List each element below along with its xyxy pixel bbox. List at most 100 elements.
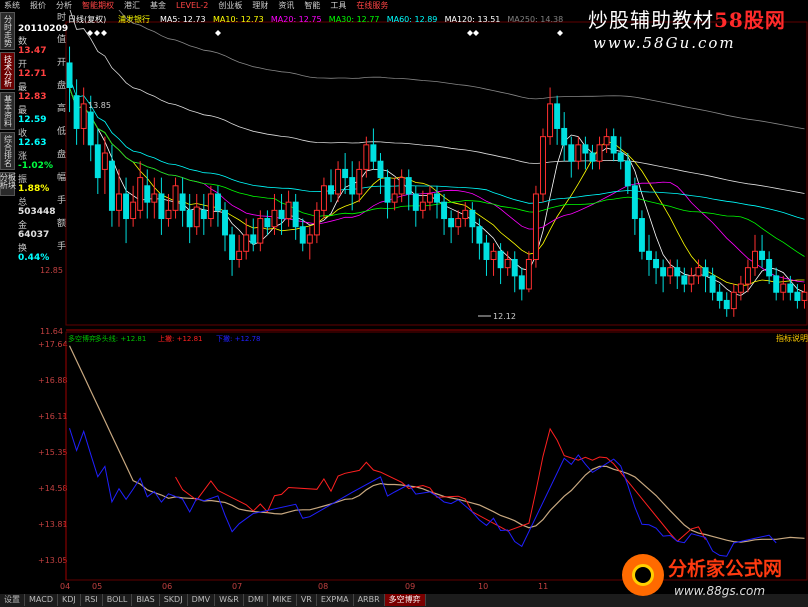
candle-body	[328, 185, 334, 195]
candle-body	[773, 275, 780, 293]
price-chart[interactable]: 日线(复权) 浦发银行 MA5: 12.73 MA10: 12.73 MA20: 12.…	[0, 0, 808, 607]
indicator-line-main	[68, 345, 805, 543]
x-tick: 09	[405, 582, 415, 591]
indicator-tab[interactable]: 设置	[0, 594, 25, 606]
candle-body	[462, 209, 469, 220]
menu-item[interactable]: 资讯	[278, 0, 294, 11]
x-tick: 04	[60, 582, 70, 591]
indicator-tab[interactable]: DMI	[244, 594, 269, 606]
candle-body	[730, 291, 737, 310]
menu-item[interactable]: LEVEL-2	[176, 1, 208, 10]
indicator-help[interactable]: 指标说明	[776, 333, 808, 344]
candle-body	[349, 177, 356, 195]
candle-body	[426, 193, 433, 203]
candle-body	[547, 103, 554, 138]
menu-item[interactable]: 创业板	[218, 0, 242, 11]
candle-body	[681, 275, 688, 285]
candle-body	[158, 193, 165, 220]
indicator-tab[interactable]: MACD	[25, 594, 58, 606]
candle-body	[370, 144, 377, 162]
candle-body	[320, 185, 327, 211]
candle-body	[787, 283, 794, 293]
candle-body	[448, 218, 455, 228]
candle-body	[264, 218, 271, 228]
indicator-value: 下撇: +12.78	[216, 334, 261, 343]
legend-ma: MA30: 12.77	[329, 15, 380, 24]
event-marker	[215, 30, 221, 36]
menu-item[interactable]: 智能	[304, 0, 320, 11]
candle-body	[695, 267, 702, 277]
legend-ma: MA250: 14.38	[507, 15, 563, 24]
candle-body	[66, 62, 73, 89]
candle-body	[271, 209, 278, 228]
indicator-tab[interactable]: KDJ	[58, 594, 81, 606]
candle-body	[363, 144, 370, 170]
candle-body	[794, 291, 801, 301]
candle-body	[511, 258, 518, 277]
menu-item[interactable]: 工具	[330, 0, 346, 11]
indicator-tab[interactable]: W&R	[215, 594, 244, 606]
menu-item[interactable]: 港汇	[124, 0, 140, 11]
x-tick: 10	[478, 582, 488, 591]
candle-body	[455, 218, 462, 228]
candle-body	[377, 160, 384, 179]
candle-body	[525, 258, 532, 290]
candle-body	[87, 111, 94, 146]
candle-body	[80, 103, 87, 129]
indicator-tab[interactable]: 多空博弈	[384, 594, 426, 606]
left-vertical-tabs: 分时走势技术分析基本资料综合排名板块分析	[0, 12, 17, 282]
candle-body	[490, 250, 497, 260]
candle-body	[476, 226, 483, 244]
info-label: 最	[18, 106, 28, 116]
indicator-tab[interactable]: EXPMA	[317, 594, 354, 606]
menu-item[interactable]: 系统	[4, 0, 20, 11]
indicator-tab[interactable]: VR	[297, 594, 317, 606]
left-tab[interactable]: 综合排名	[0, 132, 15, 170]
candle-body	[667, 267, 674, 277]
candle-body	[101, 152, 108, 170]
candle-body	[165, 209, 172, 220]
menu-item[interactable]: 基金	[150, 0, 166, 11]
candle-body	[766, 258, 773, 277]
left-tab[interactable]: 板块分析	[0, 172, 17, 196]
info-label: 振	[18, 175, 28, 185]
menu-item[interactable]: 在线服务	[356, 0, 388, 11]
menu-item[interactable]: 理财	[252, 0, 268, 11]
indicator-tab[interactable]: BOLL	[103, 594, 133, 606]
indicator-tab[interactable]: SKDJ	[160, 594, 188, 606]
candle-body	[172, 185, 179, 211]
watermark: 炒股辅助教材58股网	[588, 4, 786, 33]
candle-body	[561, 127, 568, 146]
candle-body	[617, 152, 624, 162]
ma-line	[69, 87, 805, 257]
menu-item[interactable]: 智能期权	[82, 0, 114, 11]
indicator-tab[interactable]: BIAS	[132, 594, 160, 606]
candle-body	[405, 177, 412, 195]
menu-item[interactable]: 报价	[30, 0, 46, 11]
candle-body	[780, 283, 787, 293]
indicator-tab[interactable]: RSI	[81, 594, 103, 606]
candle-body	[532, 193, 539, 260]
candle-body	[412, 193, 419, 211]
x-tick: 06	[162, 582, 172, 591]
indicator-tab[interactable]: DMV	[188, 594, 216, 606]
candle-body	[801, 291, 808, 301]
candle-body	[236, 250, 243, 260]
candle-body	[434, 193, 440, 203]
candle-body	[624, 160, 631, 187]
left-tab[interactable]: 基本资料	[0, 92, 15, 130]
peak-label: 13.85	[88, 101, 111, 110]
left-tab[interactable]: 技术分析	[0, 52, 15, 90]
watermark-brand: 58股网	[714, 8, 786, 32]
indicator-tab[interactable]: MIKE	[268, 594, 297, 606]
candle-body	[638, 218, 645, 252]
candle-body	[419, 201, 426, 211]
left-tab[interactable]: 分时走势	[0, 12, 15, 50]
quote-info-panel: 时 20110209 值 13.47 开 12.71 盘 12.83 高 12.59 低 12.63 盘…	[16, 12, 68, 282]
ma-line	[69, 87, 805, 283]
candle-body	[243, 234, 250, 252]
candle-body	[250, 234, 257, 244]
indicator-tab[interactable]: ARBR	[354, 594, 385, 606]
candle-body	[469, 209, 476, 228]
menu-item[interactable]: 分析	[56, 0, 72, 11]
